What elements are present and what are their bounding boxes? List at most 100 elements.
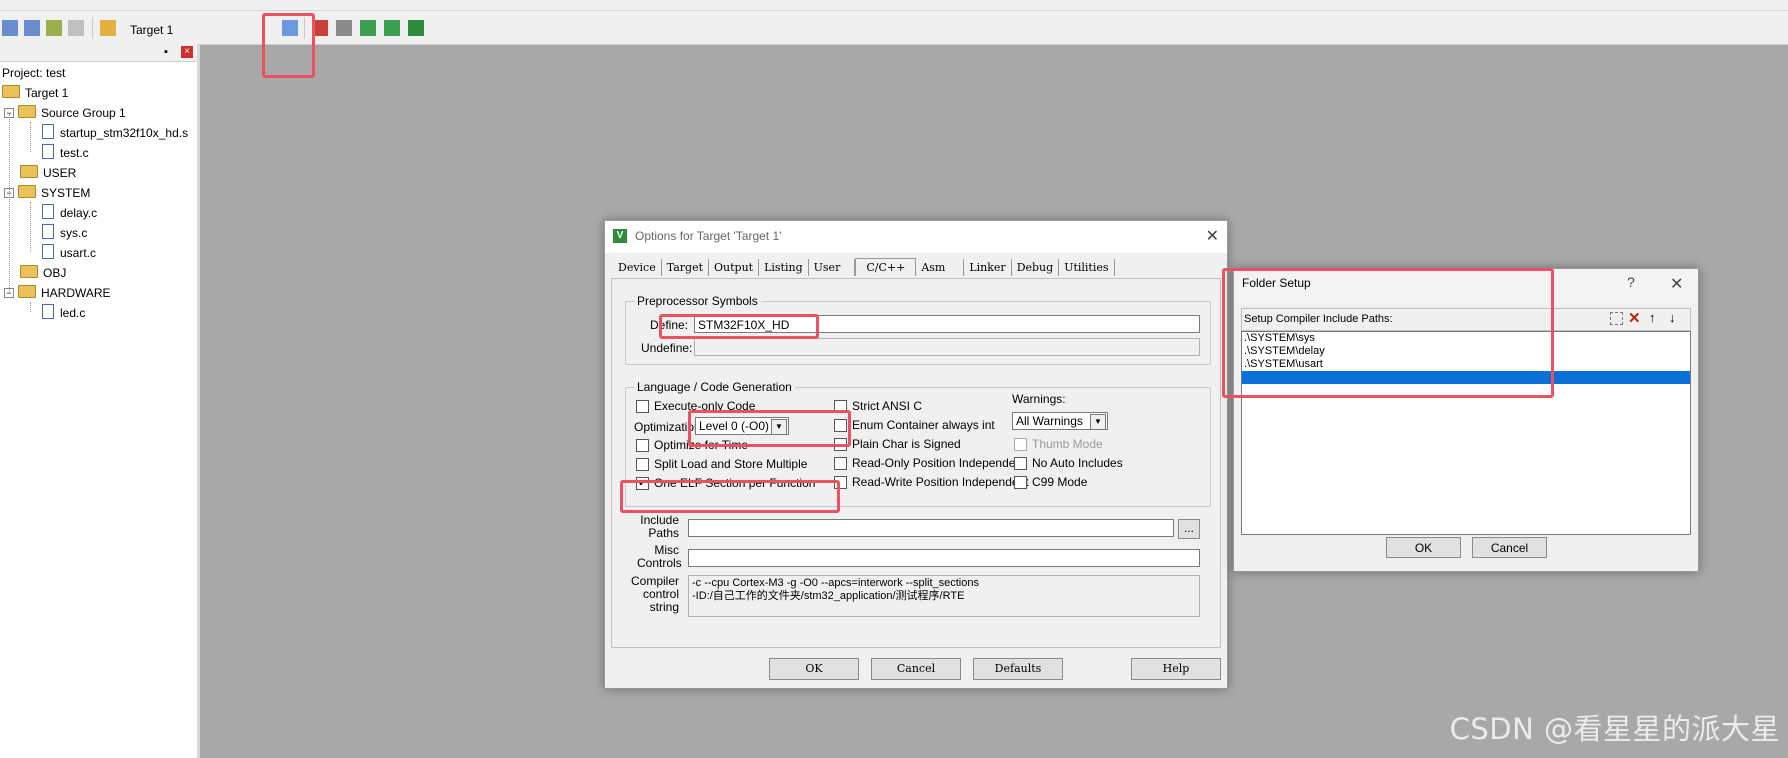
warnings-select[interactable]: All Warnings ▼ [1012,412,1108,430]
no-auto-includes-checkbox[interactable] [1014,457,1027,470]
one-elf-checkbox[interactable]: ✔ [636,477,649,490]
include-path-list[interactable]: .\SYSTEM\sys .\SYSTEM\delay .\SYSTEM\usa… [1241,331,1691,535]
undefine-label: Undefine: [641,341,693,355]
undefine-field[interactable] [694,338,1200,356]
include-paths-browse-button[interactable]: ... [1178,519,1200,539]
tree-file[interactable]: startup_stm32f10x_hd.s [42,124,188,142]
ok-button[interactable]: OK [769,658,859,680]
optimize-time-checkbox[interactable] [636,439,649,452]
tree-file[interactable]: test.c [42,144,89,162]
c99-mode-checkbox[interactable] [1014,476,1027,489]
include-paths-field[interactable] [688,519,1174,537]
help-icon[interactable]: ? [1627,274,1635,290]
close-icon[interactable]: ✕ [1670,274,1683,294]
select-packs-icon[interactable] [360,20,376,36]
strict-ansi-checkbox[interactable] [834,400,847,413]
translate-icon[interactable] [2,20,18,36]
pack-installer-icon[interactable] [384,20,400,36]
path-item[interactable]: .\SYSTEM\usart [1242,358,1690,371]
optimization-select[interactable]: Level 0 (-O0) ▼ [695,417,789,435]
tab-target[interactable]: Target [662,259,710,276]
enum-container-checkbox[interactable] [834,419,847,432]
chevron-down-icon[interactable]: ▼ [1090,414,1106,430]
tree-file[interactable]: led.c [42,304,85,322]
path-item[interactable]: .\SYSTEM\delay [1242,345,1690,358]
build-icon[interactable] [24,20,40,36]
project-panel-header: ▪ × [0,44,197,62]
file-icon [42,224,54,239]
rebuild-icon[interactable] [46,20,62,36]
plain-char-checkbox[interactable] [834,438,847,451]
tree-group-hardware[interactable]: − HARDWARE [4,284,111,302]
manage-rte-icon[interactable] [408,20,424,36]
file-extensions-icon[interactable] [336,20,352,36]
tab-utilities[interactable]: Utilities [1059,259,1115,276]
file-icon [42,304,54,319]
new-folder-icon[interactable] [1610,312,1623,325]
project-panel: ▪ × Project: test Target 1 − Source Group… [0,44,200,758]
folder-icon [18,105,36,118]
tab-debug[interactable]: Debug [1012,259,1060,276]
group-label: Source Group 1 [41,106,126,120]
folder-icon [20,165,38,178]
file-icon [42,144,54,159]
tree-target[interactable]: Target 1 [2,84,68,102]
tree-file[interactable]: usart.c [42,244,96,262]
cancel-button[interactable]: Cancel [1472,537,1547,558]
move-up-icon[interactable]: ↑ [1649,310,1656,325]
group-label: SYSTEM [41,186,91,200]
folder-setup-titlebar[interactable]: Folder Setup ? ✕ [1234,269,1698,305]
execute-only-checkbox[interactable] [636,400,649,413]
tree-group-user[interactable]: USER [20,164,76,182]
tab-cc[interactable]: C/C++ [855,258,917,276]
tree-file[interactable]: sys.c [42,224,87,242]
split-load-checkbox[interactable] [636,458,649,471]
move-down-icon[interactable]: ↓ [1669,310,1676,325]
file-icon [42,204,54,219]
batch-build-icon[interactable] [68,20,84,36]
language-group: Language / Code Generation Execute-only … [625,380,1211,507]
download-icon[interactable] [100,20,116,36]
enum-container-label: Enum Container always int [852,418,995,432]
one-elf-label: One ELF Section per Function [654,476,816,490]
tab-asm[interactable]: Asm [916,259,965,276]
options-tabs: Device Target Output Listing User C/C++ Asm Lin… [613,258,1115,278]
delete-icon[interactable]: ✕ [1628,309,1641,327]
misc-controls-field[interactable] [688,549,1200,567]
path-item[interactable]: .\SYSTEM\sys [1242,332,1690,345]
optimize-time-label: Optimize for Time [654,438,749,452]
ok-button[interactable]: OK [1386,537,1461,558]
options-dialog-titlebar[interactable]: V Options for Target 'Target 1' ✕ [605,221,1227,253]
tree-group-source[interactable]: − Source Group 1 [4,104,126,122]
watermark: CSDN @看星星的派大星 [1449,712,1780,746]
tab-listing[interactable]: Listing [759,259,809,276]
target-select[interactable]: Target 1 [130,23,173,37]
define-field[interactable]: STM32F10X_HD [694,315,1200,333]
rw-position-checkbox[interactable] [834,476,847,489]
compiler-control-string: -c --cpu Cortex-M3 -g -O0 --apcs=interwo… [688,575,1200,617]
close-icon[interactable]: ✕ [1206,226,1219,246]
close-panel-icon[interactable]: × [181,46,193,58]
folder-setup-title: Folder Setup [1242,276,1311,290]
include-paths-header: Setup Compiler Include Paths: ✕ ↑ ↓ [1241,308,1691,331]
options-for-target-icon[interactable] [282,20,298,36]
plain-char-label: Plain Char is Signed [852,437,961,451]
tab-device[interactable]: Device [613,259,662,276]
misc-controls-label: Misc Controls [637,543,682,570]
pin-icon[interactable]: ▪ [164,46,168,58]
project-title: Project: test [2,66,66,80]
help-button[interactable]: Help [1131,658,1221,680]
file-label: usart.c [60,246,97,260]
tree-file[interactable]: delay.c [42,204,97,222]
tree-group-system[interactable]: − SYSTEM [4,184,90,202]
ro-position-checkbox[interactable] [834,457,847,470]
tab-linker[interactable]: Linker [964,259,1012,276]
path-item-selected[interactable] [1242,371,1690,384]
chevron-down-icon[interactable]: ▼ [771,419,787,435]
defaults-button[interactable]: Defaults [973,658,1063,680]
manage-components-icon[interactable] [312,20,328,36]
tree-group-obj[interactable]: OBJ [20,264,66,282]
cancel-button[interactable]: Cancel [871,658,961,680]
tab-output[interactable]: Output [709,259,760,276]
tab-user[interactable]: User [809,259,856,276]
